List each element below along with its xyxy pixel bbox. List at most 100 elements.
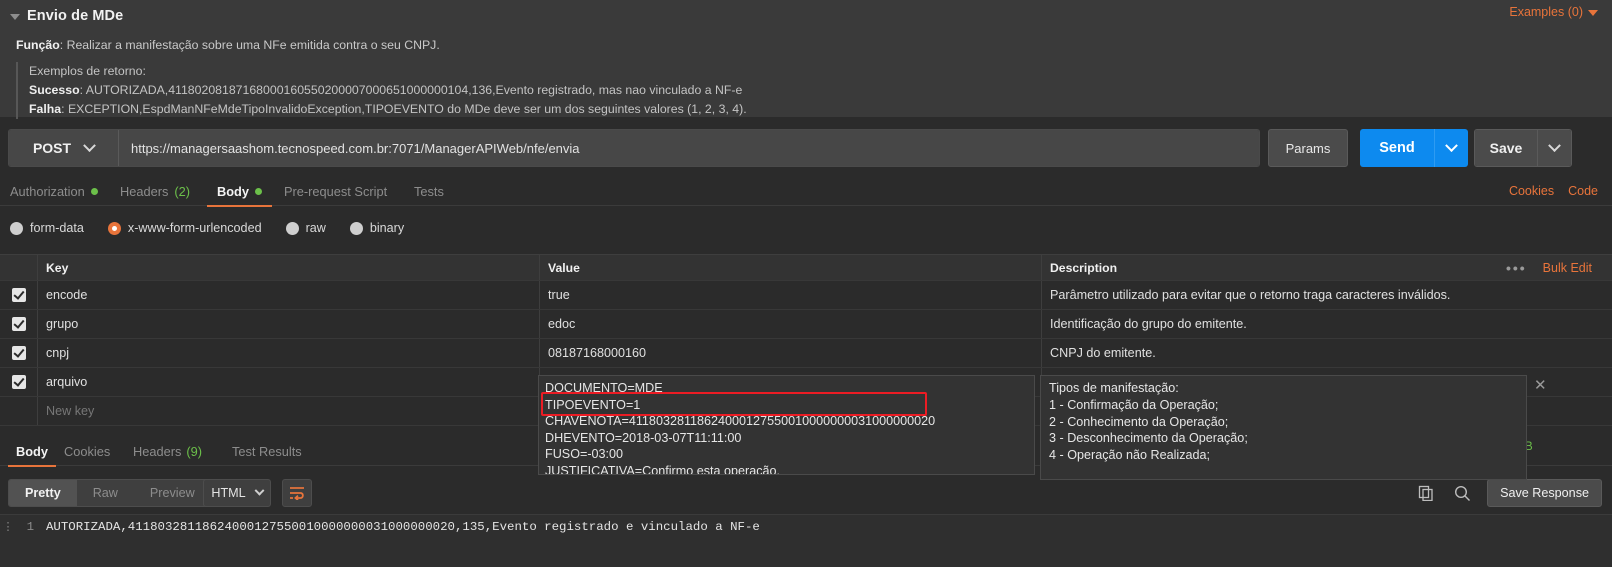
radio-label: raw: [306, 221, 326, 235]
radio-label: binary: [370, 221, 404, 235]
view-raw-button[interactable]: Raw: [77, 480, 134, 506]
header-description-cell: Description ••• Bulk Edit: [1042, 255, 1612, 280]
row-value[interactable]: edoc: [540, 310, 1041, 338]
tab-label: Body: [217, 184, 249, 199]
table-row[interactable]: encode true Parâmetro utilizado para evi…: [0, 281, 1612, 310]
doc-funcao-line: Função: Realizar a manifestação sobre um…: [16, 36, 1612, 55]
tab-label: Authorization: [10, 184, 85, 199]
more-options-icon[interactable]: •••: [1506, 260, 1527, 276]
row-checkbox-cell[interactable]: [0, 339, 38, 367]
save-button[interactable]: Save: [1475, 130, 1537, 166]
close-icon[interactable]: ✕: [1534, 376, 1547, 394]
word-wrap-button[interactable]: [282, 479, 312, 507]
doc-return-examples: Exemplos de retorno: Sucesso: AUTORIZADA…: [16, 62, 1612, 119]
response-tab-body[interactable]: Body: [8, 436, 56, 466]
radio-binary[interactable]: binary: [350, 221, 404, 235]
row-description[interactable]: Parâmetro utilizado para evitar que o re…: [1042, 281, 1612, 309]
send-button[interactable]: Send: [1360, 129, 1434, 167]
row-key[interactable]: grupo: [38, 310, 539, 338]
tab-headers[interactable]: Headers (2): [120, 176, 190, 206]
bulk-edit-link[interactable]: Bulk Edit: [1543, 261, 1592, 275]
params-button[interactable]: Params: [1268, 129, 1348, 167]
tab-label: Cookies: [64, 444, 110, 459]
tab-authorization[interactable]: Authorization: [10, 176, 98, 206]
tab-tests[interactable]: Tests: [414, 176, 444, 206]
view-pretty-button[interactable]: Pretty: [9, 480, 77, 506]
table-row[interactable]: grupo edoc Identificação do grupo do emi…: [0, 310, 1612, 339]
tab-links: Cookies Code: [1509, 176, 1598, 206]
url-input[interactable]: https://managersaashom.tecnospeed.com.br…: [119, 130, 1259, 166]
row-key[interactable]: encode: [38, 281, 539, 309]
response-format-select[interactable]: HTML: [203, 479, 271, 507]
status-dot-icon: [255, 188, 262, 195]
http-method-select[interactable]: POST: [9, 130, 119, 166]
save-response-button[interactable]: Save Response: [1487, 479, 1602, 507]
status-dot-icon: [91, 188, 98, 195]
save-options-button[interactable]: [1537, 130, 1571, 166]
row-value[interactable]: 08187168000160: [540, 339, 1041, 367]
table-row[interactable]: cnpj 08187168000160 CNPJ do emitente.: [0, 339, 1612, 368]
row-checkbox-cell[interactable]: [0, 368, 38, 396]
examples-label: Examples (0): [1509, 5, 1583, 19]
tab-label: Pre-request Script: [284, 184, 387, 199]
row-checkbox-cell[interactable]: [0, 281, 38, 309]
response-text: AUTORIZADA,41180328118624000127550010000…: [34, 520, 760, 534]
examples-dropdown[interactable]: Examples (0): [1509, 5, 1598, 19]
response-tab-headers[interactable]: Headers (9): [133, 436, 202, 466]
row-description[interactable]: Identificação do grupo do emitente.: [1042, 310, 1612, 338]
body-type-radio-group: form-data x-www-form-urlencoded raw bina…: [0, 214, 1612, 242]
send-options-button[interactable]: [1434, 129, 1468, 167]
arquivo-description-textarea[interactable]: Tipos de manifestação: 1 - Confirmação d…: [1040, 375, 1527, 480]
new-key-input[interactable]: New key: [38, 397, 539, 425]
word-wrap-icon: [289, 486, 305, 500]
send-button-group: Send: [1360, 129, 1468, 167]
documentation-header: Envio de MDe Examples (0) Função: Realiz…: [0, 0, 1612, 118]
doc-funcao-text: : Realizar a manifestação sobre uma NFe …: [60, 38, 440, 52]
doc-failure-text: : EXCEPTION,EspdManNFeMdeTipoInvalidoExc…: [61, 102, 747, 116]
table-header-row: Key Value Description ••• Bulk Edit: [0, 255, 1612, 281]
doc-success-text: : AUTORIZADA,411802081871680001605502000…: [80, 83, 743, 97]
chevron-down-icon: [1445, 139, 1458, 152]
save-response-label: Save Response: [1500, 486, 1589, 500]
row-key[interactable]: arquivo: [38, 368, 539, 396]
chevron-down-icon: [1588, 10, 1598, 16]
radio-label: x-www-form-urlencoded: [128, 221, 262, 235]
url-value: https://managersaashom.tecnospeed.com.br…: [131, 141, 580, 156]
radio-raw[interactable]: raw: [286, 221, 326, 235]
header-value: Value: [540, 255, 1041, 280]
arquivo-value-textarea[interactable]: DOCUMENTO=MDE TIPOEVENTO=1 CHAVENOTA=411…: [538, 375, 1035, 475]
checkbox-checked-icon: [12, 346, 26, 360]
tab-label: Tests: [414, 184, 444, 199]
response-tab-cookies[interactable]: Cookies: [64, 436, 110, 466]
tab-body[interactable]: Body: [207, 176, 272, 206]
tab-pre-request-script[interactable]: Pre-request Script: [284, 176, 387, 206]
view-preview-button[interactable]: Preview: [134, 480, 211, 506]
doc-success-line: Sucesso: AUTORIZADA,41180208187168000160…: [29, 81, 1612, 100]
line-number: 1: [16, 520, 34, 534]
doc-failure-label: Falha: [29, 102, 61, 116]
copy-button[interactable]: [1415, 482, 1437, 504]
request-tabs: Authorization Headers (2) Body Pre-reque…: [0, 176, 1612, 206]
row-description[interactable]: CNPJ do emitente.: [1042, 339, 1612, 367]
save-label: Save: [1490, 140, 1523, 156]
chevron-down-icon: [83, 139, 96, 152]
doc-success-label: Sucesso: [29, 83, 80, 97]
tab-count: (2): [174, 184, 190, 199]
response-body-viewer: ⋮ 1 AUTORIZADA,4118032811862400012755001…: [0, 514, 1612, 567]
row-checkbox-cell[interactable]: [0, 310, 38, 338]
collapse-triangle-icon[interactable]: [10, 14, 20, 20]
row-key[interactable]: cnpj: [38, 339, 539, 367]
radio-icon: [350, 222, 363, 235]
cookies-link[interactable]: Cookies: [1509, 184, 1554, 198]
radio-form-data[interactable]: form-data: [10, 221, 84, 235]
row-value[interactable]: true: [540, 281, 1041, 309]
checkbox-checked-icon: [12, 288, 26, 302]
radio-x-www-form-urlencoded[interactable]: x-www-form-urlencoded: [108, 221, 262, 235]
doc-failure-line: Falha: EXCEPTION,EspdManNFeMdeTipoInvali…: [29, 100, 1612, 119]
response-tab-test-results[interactable]: Test Results: [232, 436, 302, 466]
search-icon: [1454, 485, 1471, 502]
search-button[interactable]: [1451, 482, 1473, 504]
postman-request-view: Envio de MDe Examples (0) Função: Realiz…: [0, 0, 1612, 567]
code-link[interactable]: Code: [1568, 184, 1598, 198]
new-row-checkbox-cell: [0, 397, 38, 425]
